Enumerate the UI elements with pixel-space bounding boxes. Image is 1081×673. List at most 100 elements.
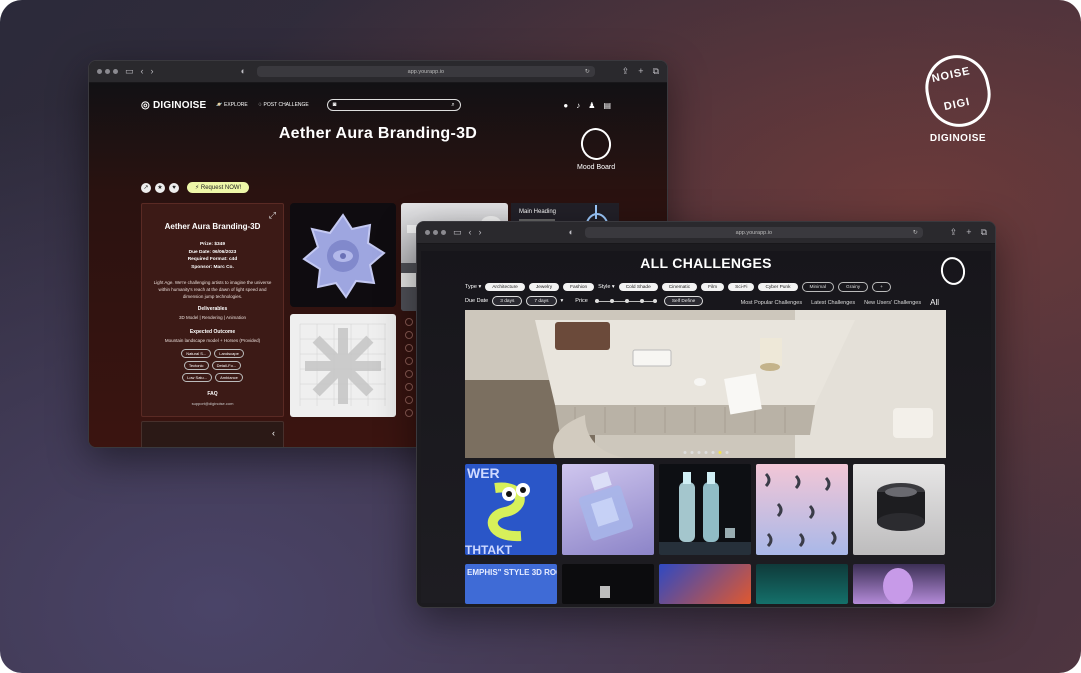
type-style-filter-row: Type ▾ Architecture Jewelry Fashion Styl… (465, 282, 891, 292)
sidebar-toggle-icon[interactable]: ▭ (453, 228, 462, 237)
tag-chip[interactable]: Low Satu... (182, 373, 213, 382)
thumb-icon[interactable] (405, 357, 413, 365)
reload-icon[interactable]: ↻ (913, 229, 918, 236)
window-controls[interactable] (425, 230, 446, 235)
wallet-icon[interactable]: ▤ (603, 101, 611, 110)
challenge-card[interactable] (756, 564, 848, 604)
challenge-card[interactable] (853, 464, 945, 555)
carousel-dots[interactable] (683, 451, 728, 454)
reference-image-wireframe[interactable] (290, 314, 396, 417)
sort-latest[interactable]: Latest Challenges (811, 300, 855, 306)
challenge-card[interactable] (756, 464, 848, 555)
hero-carousel-image[interactable] (465, 310, 946, 458)
chat-icon[interactable]: ● (563, 101, 568, 110)
challenge-card[interactable] (562, 564, 654, 604)
new-tab-icon[interactable]: + (638, 67, 643, 76)
forward-icon[interactable]: › (151, 67, 154, 76)
thumb-icon[interactable] (405, 318, 413, 326)
new-tab-icon[interactable]: + (966, 228, 971, 237)
challenge-card[interactable] (659, 564, 751, 604)
sort-new-users[interactable]: New Users' Challenges (864, 300, 921, 306)
back-icon[interactable]: ‹ (469, 228, 472, 237)
expand-icon[interactable]: ⤢ (269, 210, 276, 221)
share-icon[interactable]: ⇪ (622, 67, 630, 76)
chevron-left-icon[interactable]: ‹ (272, 428, 275, 438)
thumb-icon[interactable] (405, 396, 413, 404)
thumb-icon[interactable] (405, 383, 413, 391)
camera-icon[interactable]: ◙ (333, 102, 337, 108)
bottles-illustration (659, 472, 751, 555)
due-date-option[interactable]: 7 days (526, 296, 557, 306)
reference-image-badge-3d[interactable] (290, 203, 396, 307)
support-email-link[interactable]: support@diginoise.com (150, 401, 275, 406)
all-challenges-page: ALL CHALLENGES Type ▾ Architecture Jewel… (421, 251, 991, 604)
window-controls[interactable] (97, 69, 118, 74)
challenge-card[interactable] (562, 464, 654, 555)
style-chip[interactable]: Cold Shade (618, 283, 658, 291)
nav-logo[interactable]: ◎ DIGINOISE (141, 100, 206, 111)
sort-all[interactable]: All (930, 298, 939, 307)
reload-icon[interactable]: ↻ (585, 68, 590, 75)
more-styles-button[interactable]: + (872, 282, 891, 292)
share-button[interactable]: ↗ (141, 182, 151, 193)
type-chip[interactable]: Architecture (485, 283, 525, 291)
forward-icon[interactable]: › (479, 228, 482, 237)
style-chip[interactable]: Cinematic (661, 283, 698, 291)
shield-icon: ◐ (240, 66, 246, 76)
nav-post-challenge[interactable]: ♢ POST CHALLENGE (258, 102, 309, 108)
brand-ring-text-bottom: DIGI (942, 95, 972, 114)
back-icon[interactable]: ‹ (141, 67, 144, 76)
bell-icon[interactable]: ♪ (576, 101, 580, 110)
chevron-down-icon[interactable]: ▾ (561, 298, 564, 304)
style-filter-label[interactable]: Style ▾ (598, 284, 615, 290)
brand-logo-ring: NOISE DIGI (919, 49, 997, 133)
address-bar[interactable]: app.yourapp.io ↻ (256, 66, 595, 77)
tabs-overview-icon[interactable]: ⧉ (653, 67, 659, 76)
challenge-card[interactable] (659, 464, 751, 555)
object-shape (600, 586, 610, 598)
style-chip[interactable]: Cyber Punk (758, 283, 798, 291)
tag-chip[interactable]: Natural S... (181, 349, 212, 358)
thumb-icon[interactable] (405, 344, 413, 352)
style-chip[interactable]: Grainy (838, 282, 869, 292)
tag-chip[interactable]: Landscape (214, 349, 244, 358)
self-define-button[interactable]: Self Define (663, 296, 704, 306)
like-button[interactable]: ♥ (169, 182, 179, 193)
card-description: Light Age. We're challenging artists to … (153, 280, 272, 299)
collapsed-panel[interactable]: ‹ (141, 421, 284, 447)
share-icon[interactable]: ⇪ (950, 228, 958, 237)
sidebar-toggle-icon[interactable]: ▭ (125, 67, 134, 76)
url-text: app.yourapp.io (407, 68, 445, 75)
mood-board-link[interactable]: Mood Board (577, 125, 615, 171)
tag-chip[interactable]: Ambiance (215, 373, 243, 382)
page-title: ALL CHALLENGES (640, 255, 772, 271)
type-filter-label[interactable]: Type ▾ (465, 284, 481, 290)
style-chip[interactable]: Film (701, 283, 725, 291)
tag-chip[interactable]: Tectonic (183, 361, 209, 370)
request-now-button[interactable]: ⚡ Request NOW! (187, 182, 250, 193)
tabs-overview-icon[interactable]: ⧉ (981, 228, 987, 237)
search-icon[interactable]: ⌕ (451, 102, 454, 109)
challenge-card[interactable] (853, 564, 945, 604)
nav-explore[interactable]: 🪐 EXPLORE (216, 102, 247, 108)
user-icon[interactable]: ♟ (588, 101, 595, 110)
style-chip[interactable]: Sci-Fi (728, 283, 755, 291)
type-chip[interactable]: Fashion (563, 283, 595, 291)
price-slider[interactable] (594, 298, 657, 303)
tag-chip[interactable]: Detail-Fo... (211, 361, 242, 370)
star-button[interactable]: ★ (155, 182, 165, 193)
thumb-icon[interactable] (405, 409, 413, 417)
sort-most-popular[interactable]: Most Popular Challenges (741, 300, 802, 306)
browser-toolbar: ▭ ‹ › ◐ app.yourapp.io ↻ ⇪ + ⧉ (89, 61, 667, 83)
style-chip[interactable]: Minimal (801, 282, 835, 292)
due-date-option[interactable]: 3 days (492, 296, 523, 306)
thumb-icon[interactable] (405, 370, 413, 378)
challenge-card[interactable]: EMPHIS" STYLE 3D ROO (465, 564, 557, 604)
search-input[interactable]: ◙ ⌕ (326, 99, 461, 111)
thumb-icon[interactable] (405, 331, 413, 339)
address-bar[interactable]: app.yourapp.io ↻ (584, 227, 923, 238)
challenge-card[interactable]: WER THTAKT (465, 464, 557, 555)
typography-illustration: WER THTAKT (465, 465, 530, 555)
portrait-shape (883, 568, 913, 604)
type-chip[interactable]: Jewelry (528, 283, 560, 291)
